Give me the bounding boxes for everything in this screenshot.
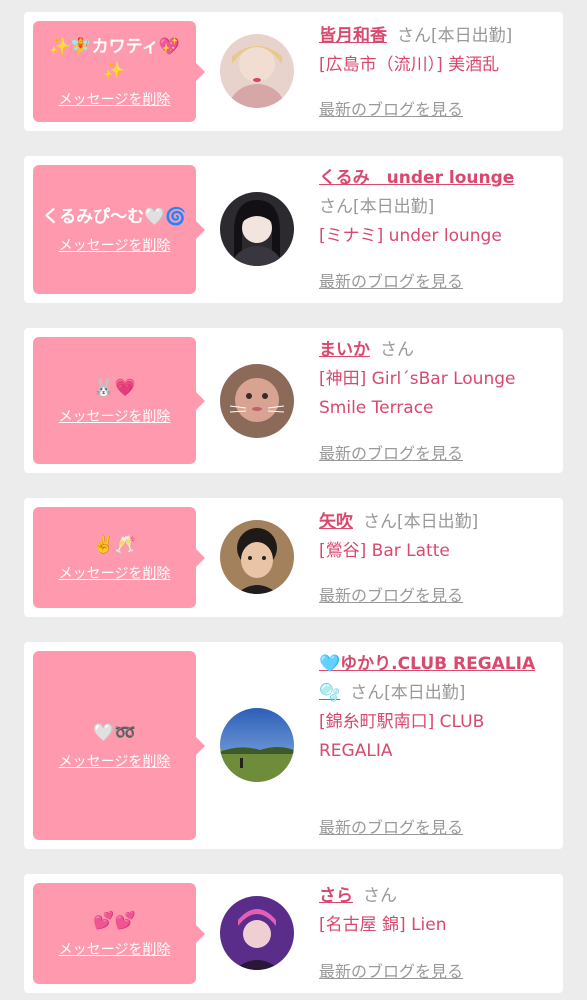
avatar[interactable] — [220, 192, 294, 266]
cast-name-link[interactable]: まいか — [319, 340, 370, 360]
shop-location: [錦糸町駅南口] CLUB REGALIA — [319, 712, 485, 761]
honorific: さん — [350, 683, 385, 703]
honorific: さん — [363, 886, 397, 906]
latest-blog-link[interactable]: 最新のブログを見る — [319, 582, 463, 606]
delete-message-link[interactable]: メッセージを削除 — [59, 751, 171, 771]
delete-message-link[interactable]: メッセージを削除 — [59, 939, 171, 959]
cast-name-link[interactable]: 皆月和香 — [319, 26, 387, 46]
message-card: ✨🧚カワティ💖✨ メッセージを削除 皆月和香 さん[本日出勤] [広島市（流川）]… — [24, 12, 563, 131]
message-bubble: くるみぴ〜む🤍🌀 メッセージを削除 — [33, 165, 205, 294]
cast-info: さら さん [名古屋 錦] Lien — [319, 882, 555, 940]
shop-location: [神田] Girl´sBar Lounge Smile Terrace — [319, 369, 516, 418]
latest-blog-link[interactable]: 最新のブログを見る — [319, 958, 463, 982]
message-card: くるみぴ〜む🤍🌀 メッセージを削除 くるみ under lounge さん[本日… — [24, 156, 563, 303]
latest-blog-link[interactable]: 最新のブログを見る — [319, 96, 463, 120]
status-badge: [本日出勤] — [431, 26, 513, 46]
avatar[interactable] — [220, 364, 294, 438]
avatar[interactable] — [220, 896, 294, 970]
avatar[interactable] — [220, 520, 294, 594]
shop-location: [名古屋 錦] Lien — [319, 915, 447, 935]
message-text: 💕💕 — [93, 910, 136, 931]
honorific: さん — [380, 340, 414, 360]
cast-name-link[interactable]: 矢吹 — [319, 512, 353, 532]
message-bubble: 🐰💗 メッセージを削除 — [33, 337, 205, 464]
message-card: ✌️🥂 メッセージを削除 矢吹 さん[本日出勤] [鶯谷] Bar Latte 最… — [24, 498, 563, 617]
latest-blog-link[interactable]: 最新のブログを見る — [319, 814, 463, 838]
delete-message-link[interactable]: メッセージを削除 — [59, 563, 171, 583]
message-text: 🤍➿ — [93, 722, 136, 743]
message-bubble: 💕💕 メッセージを削除 — [33, 883, 205, 984]
delete-message-link[interactable]: メッセージを削除 — [59, 235, 171, 255]
message-bubble: ✌️🥂 メッセージを削除 — [33, 507, 205, 608]
message-text: ✨🧚カワティ💖✨ — [49, 36, 180, 81]
shop-location: [鶯谷] Bar Latte — [319, 541, 450, 561]
honorific: さん — [363, 512, 397, 532]
avatar[interactable] — [220, 708, 294, 782]
message-card: 💕💕 メッセージを削除 さら さん [名古屋 錦] Lien 最新のブログを見る — [24, 874, 563, 993]
latest-blog-link[interactable]: 最新のブログを見る — [319, 440, 463, 464]
cast-info: くるみ under lounge さん[本日出勤] [ミナミ] under lo… — [319, 164, 555, 251]
status-badge: さん — [319, 197, 353, 217]
honorific: さん — [397, 26, 431, 46]
cast-info: 矢吹 さん[本日出勤] [鶯谷] Bar Latte — [319, 508, 555, 566]
message-bubble: 🤍➿ メッセージを削除 — [33, 651, 205, 840]
avatar[interactable] — [220, 34, 294, 108]
cast-info: 皆月和香 さん[本日出勤] [広島市（流川）] 美酒乱 — [319, 22, 555, 80]
shop-location: [広島市（流川）] 美酒乱 — [319, 55, 500, 75]
message-card: 🐰💗 メッセージを削除 まいか さん [神田] Girl´sBar Lounge … — [24, 328, 563, 473]
message-card: 🤍➿ メッセージを削除 🩵ゆかり.CLUB REGALIA🫧 さん[本日出勤] [… — [24, 642, 563, 849]
cast-info: 🩵ゆかり.CLUB REGALIA🫧 さん[本日出勤] [錦糸町駅南口] CLUB… — [319, 650, 555, 766]
cast-info: まいか さん [神田] Girl´sBar Lounge Smile Terrac… — [319, 336, 555, 423]
message-bubble: ✨🧚カワティ💖✨ メッセージを削除 — [33, 21, 205, 122]
status-badge: [本日出勤] — [353, 197, 435, 217]
cast-name-link[interactable]: くるみ under lounge — [319, 168, 514, 188]
shop-location: [ミナミ] under lounge — [319, 226, 502, 246]
delete-message-link[interactable]: メッセージを削除 — [59, 89, 171, 109]
message-text: くるみぴ〜む🤍🌀 — [42, 206, 187, 227]
status-badge: [本日出勤] — [384, 683, 466, 703]
delete-message-link[interactable]: メッセージを削除 — [59, 406, 171, 426]
latest-blog-link[interactable]: 最新のブログを見る — [319, 268, 463, 292]
status-badge: [本日出勤] — [397, 512, 479, 532]
message-text: ✌️🥂 — [93, 534, 136, 555]
message-text: 🐰💗 — [93, 377, 136, 398]
cast-name-link[interactable]: さら — [319, 886, 353, 906]
